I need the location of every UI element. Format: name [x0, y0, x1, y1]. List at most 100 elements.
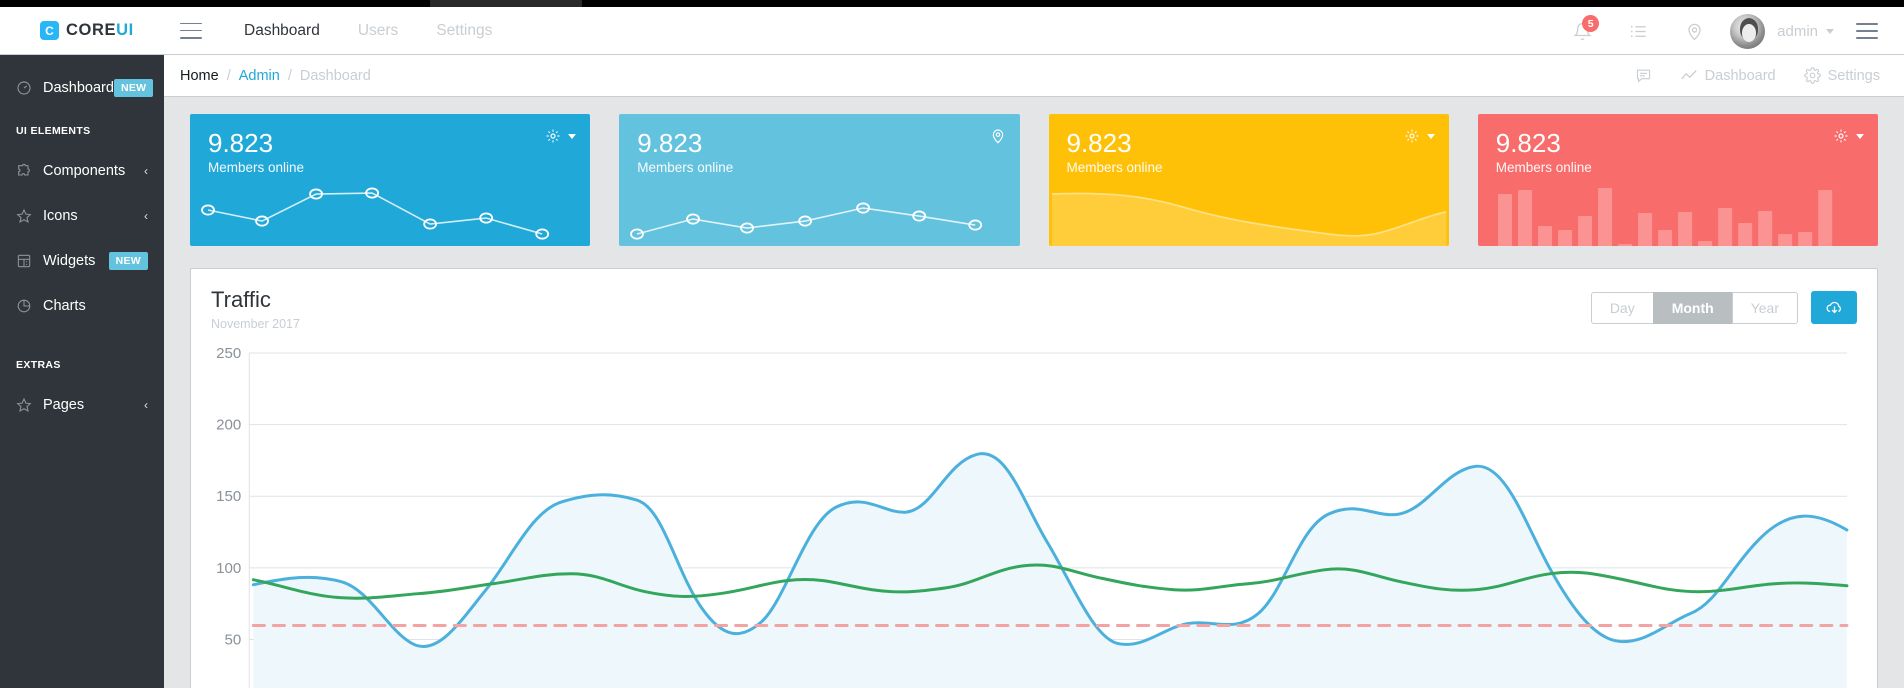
brand-name-accent: UI [116, 21, 134, 39]
header-actions: 5 admin [1554, 7, 1878, 55]
breadcrumb-item-admin[interactable]: Admin [239, 68, 280, 84]
breadcrumb-list: Home / Admin / Dashboard [180, 68, 371, 84]
chevron-left-icon: ‹ [144, 208, 148, 223]
breadcrumb-separator: / [226, 67, 231, 84]
sidebar-item-label: Icons [43, 207, 78, 224]
brand-logo[interactable]: C COREUI [0, 7, 200, 55]
y-tick-200: 200 [216, 417, 241, 434]
chart-line-icon [1681, 69, 1697, 79]
app-root: C COREUI Dashboard Users Settings 5 admi… [0, 7, 1904, 688]
nav-item-settings[interactable]: Settings [436, 22, 492, 40]
logo-glyph: C [45, 23, 54, 38]
brand-text: COREUI [66, 21, 134, 40]
brand-name-dark: CORE [66, 21, 117, 39]
breadcrumb-separator: / [287, 67, 292, 84]
y-tick-100: 100 [216, 560, 241, 577]
aside-toggle-icon[interactable] [1856, 23, 1878, 39]
sidebar-item-label: Pages [43, 396, 85, 413]
breadcrumb-action-label: Settings [1827, 67, 1880, 84]
map-marker-icon [992, 129, 1003, 144]
top-navigation: Dashboard Users Settings [244, 22, 492, 40]
breadcrumb-item-dashboard: Dashboard [299, 67, 371, 84]
list-icon [1630, 25, 1646, 37]
speedometer-icon [16, 80, 43, 96]
caret-down-icon [1426, 133, 1435, 139]
gear-icon [546, 129, 560, 143]
stat-cards-row: 9.823 Members online 9.823 Members onlin… [190, 114, 1878, 246]
breadcrumb-dashboard-button[interactable]: Dashboard [1680, 67, 1776, 85]
sidebar-item-charts[interactable]: Charts [0, 287, 164, 324]
caret-down-icon [1856, 133, 1864, 139]
chevron-left-icon: ‹ [144, 163, 148, 178]
traffic-line-chart[interactable]: 250 200 150 100 50 0 [191, 343, 1877, 688]
range-button-day[interactable]: Day [1590, 291, 1654, 324]
stat-card-dropdown-4[interactable] [1833, 128, 1864, 144]
traffic-card-header: Traffic November 2017 Day Month Year [191, 269, 1877, 343]
caret-down-icon [568, 133, 577, 139]
sidebar-item-label: Dashboard [43, 79, 114, 96]
y-tick-150: 150 [216, 488, 241, 505]
sidebar-item-pages[interactable]: Pages ‹ [0, 386, 164, 423]
notifications-bell-button[interactable]: 5 [1554, 7, 1610, 55]
main-content: 9.823 Members online 9.823 Members onlin… [164, 97, 1904, 688]
sidebar-item-label: Components [43, 162, 126, 179]
stat-card-members-online-3[interactable]: 9.823 Members online [1048, 114, 1449, 246]
nav-item-dashboard[interactable]: Dashboard [244, 22, 320, 40]
range-button-year[interactable]: Year [1731, 291, 1798, 324]
stat-card-value: 9.823 [1066, 128, 1132, 158]
browser-tab[interactable] [430, 0, 582, 7]
coreui-logo-icon: C [40, 21, 59, 40]
sidebar-badge-new: NEW [108, 251, 148, 270]
user-menu-label[interactable]: admin [1777, 23, 1818, 40]
stat-card-dropdown-3[interactable] [1404, 128, 1435, 144]
breadcrumb-settings-button[interactable]: Settings [1803, 67, 1880, 84]
location-button[interactable] [1666, 7, 1722, 55]
pie-chart-icon [16, 298, 43, 314]
stat-card-location-button[interactable] [990, 128, 1006, 144]
sidebar-section-extras: EXTRAS [16, 359, 61, 371]
stat-card-members-online-1[interactable]: 9.823 Members online [190, 114, 591, 246]
calculator-icon [16, 253, 43, 269]
download-button[interactable] [1811, 291, 1857, 324]
cloud-download-icon [1826, 301, 1841, 314]
sidebar-item-label: Charts [43, 297, 86, 314]
puzzle-icon [16, 163, 43, 179]
stat-card-bar-chart-4 [1497, 187, 1832, 246]
sidebar-item-dashboard[interactable]: Dashboard NEW [0, 69, 164, 106]
stat-card-value: 9.823 [637, 128, 703, 158]
caret-down-icon[interactable] [1826, 28, 1834, 34]
breadcrumb-action-label: Dashboard [1704, 67, 1776, 84]
range-button-month[interactable]: Month [1652, 291, 1733, 324]
nav-item-users[interactable]: Users [358, 22, 398, 40]
sidebar-item-label: Widgets [43, 252, 96, 269]
stat-card-area-chart-3 [1049, 168, 1449, 246]
avatar[interactable] [1730, 13, 1766, 49]
stat-card-value: 9.823 [1495, 128, 1561, 158]
speech-bubble-icon [1636, 69, 1650, 83]
breadcrumb-chat-button[interactable] [1635, 67, 1652, 84]
breadcrumb-actions: Dashboard Settings [1635, 67, 1888, 85]
star-icon [16, 208, 43, 224]
map-marker-icon [1687, 23, 1701, 40]
sidebar-toggle-icon[interactable] [180, 22, 202, 39]
range-button-group: Day Month Year [1590, 291, 1798, 324]
breadcrumb-item-home[interactable]: Home [180, 68, 219, 84]
tasks-list-button[interactable] [1610, 7, 1666, 55]
chart-series-1-area [253, 453, 1847, 688]
sidebar-item-components[interactable]: Components ‹ [0, 152, 164, 189]
y-tick-250: 250 [216, 345, 241, 362]
sidebar: Dashboard NEW UI ELEMENTS Components ‹ I… [0, 55, 164, 688]
traffic-card-actions: Day Month Year [1590, 291, 1857, 324]
sidebar-item-widgets[interactable]: Widgets NEW [0, 242, 164, 279]
sidebar-item-icons[interactable]: Icons ‹ [0, 197, 164, 234]
stat-card-members-online-4[interactable]: 9.823 Members online [1477, 114, 1878, 246]
gear-icon [1803, 67, 1821, 84]
traffic-chart-svg: 250 200 150 100 50 0 [216, 345, 1849, 688]
sidebar-badge-new: NEW [113, 78, 154, 97]
star-icon [16, 397, 43, 413]
y-tick-50: 50 [224, 631, 241, 648]
chevron-left-icon: ‹ [144, 397, 148, 412]
stat-card-dropdown-1[interactable] [545, 128, 577, 144]
stat-card-members-online-2[interactable]: 9.823 Members online [619, 114, 1020, 246]
sidebar-section-ui-elements: UI ELEMENTS [16, 125, 91, 137]
